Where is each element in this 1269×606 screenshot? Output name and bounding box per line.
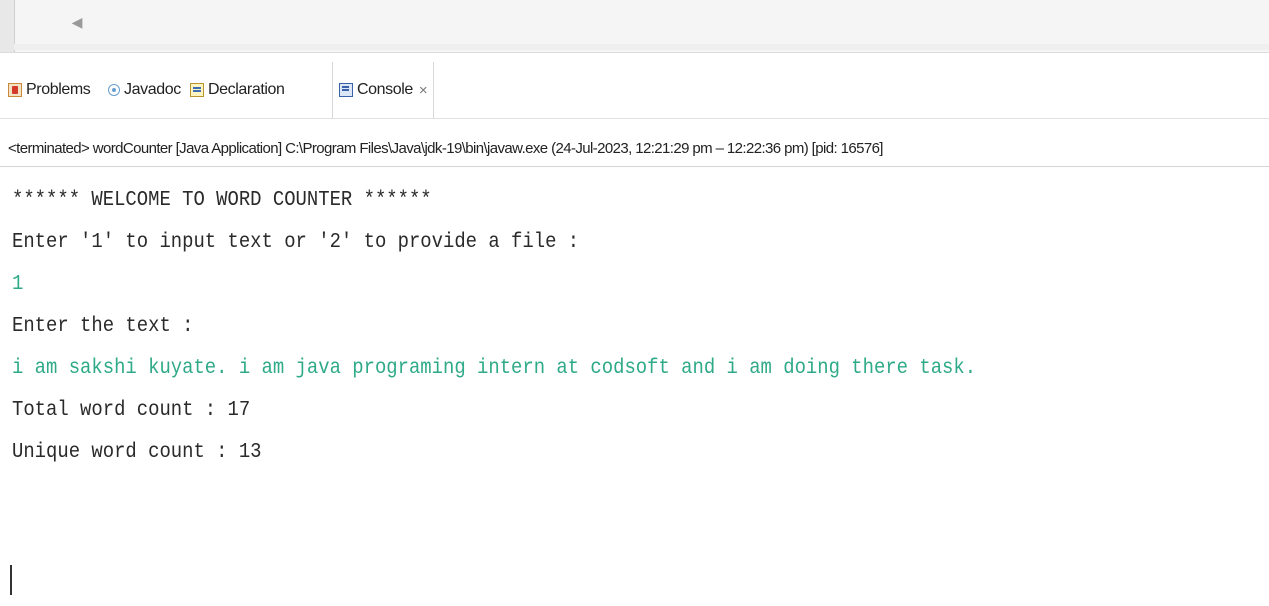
- console-line: Total word count : 17: [12, 399, 251, 422]
- console-line: Unique word count : 13: [12, 441, 262, 464]
- declaration-icon: [190, 83, 204, 97]
- problems-icon: [8, 83, 22, 97]
- console-line: ****** WELCOME TO WORD COUNTER ******: [12, 189, 432, 212]
- console-output[interactable]: ****** WELCOME TO WORD COUNTER ****** En…: [12, 180, 1137, 474]
- tab-javadoc[interactable]: Javadoc: [108, 76, 181, 104]
- tab-declaration[interactable]: Declaration: [190, 76, 285, 104]
- tab-problems[interactable]: Problems: [8, 76, 91, 104]
- tab-console[interactable]: Console ×: [332, 62, 435, 118]
- console-user-input: 1: [12, 273, 24, 296]
- view-tab-bar: Problems Javadoc Declaration Console ×: [0, 62, 1269, 118]
- console-icon: [339, 83, 353, 97]
- tab-declaration-label: Declaration: [208, 81, 285, 98]
- close-icon[interactable]: ×: [419, 82, 428, 99]
- tab-bar-divider: [0, 118, 1269, 119]
- console-status-line: <terminated> wordCounter [Java Applicati…: [8, 140, 883, 157]
- editor-area-strip: ◀: [0, 0, 1269, 53]
- horizontal-scrollbar[interactable]: [14, 44, 1269, 50]
- javadoc-icon: [108, 84, 120, 96]
- console-user-input: i am sakshi kuyate. i am java programing…: [12, 357, 977, 380]
- console-line: Enter '1' to input text or '2' to provid…: [12, 231, 580, 254]
- editor-gutter: [0, 0, 15, 52]
- tab-javadoc-label: Javadoc: [124, 81, 181, 98]
- tab-console-label: Console: [357, 81, 413, 98]
- console-line: Enter the text :: [12, 315, 194, 338]
- text-cursor: [10, 565, 12, 595]
- tab-problems-label: Problems: [26, 81, 91, 98]
- status-divider: [0, 166, 1269, 167]
- scroll-left-arrow-icon[interactable]: ◀: [70, 14, 84, 30]
